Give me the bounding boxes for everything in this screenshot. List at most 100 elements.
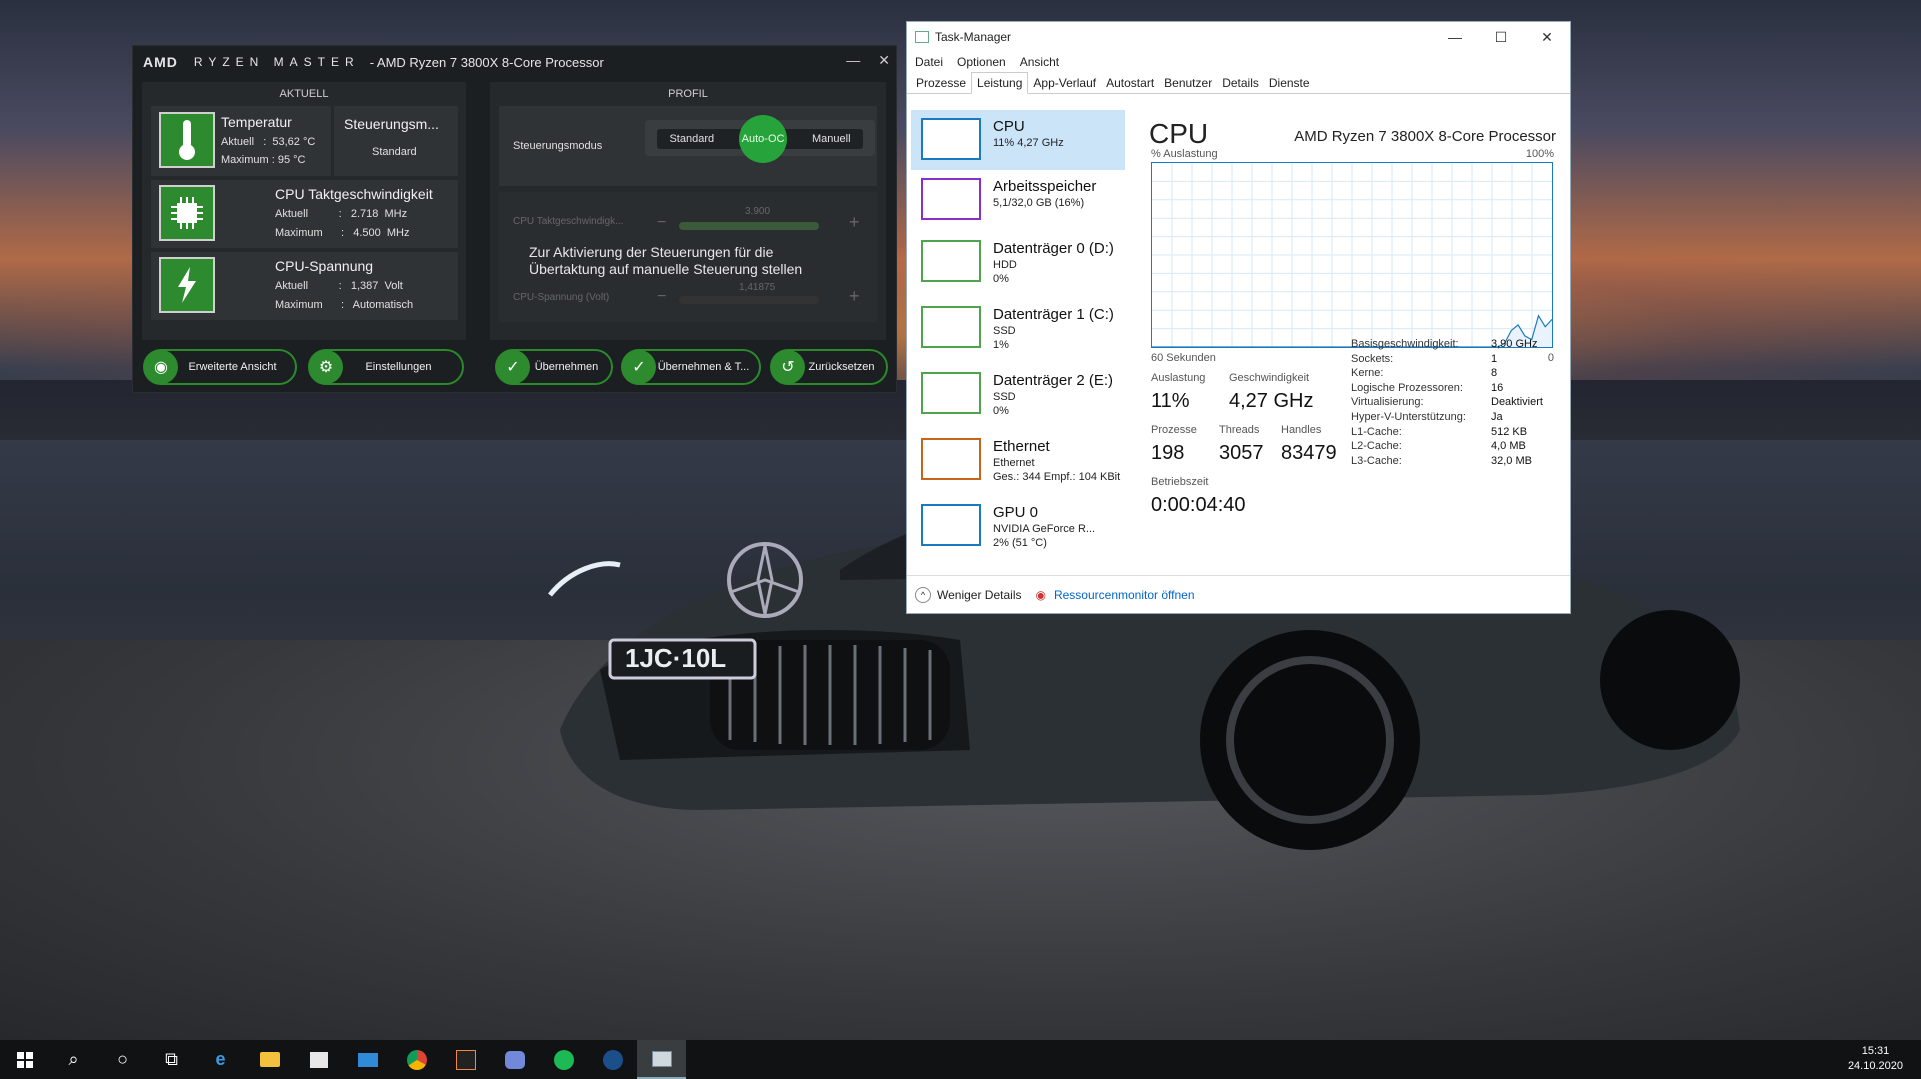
sidebar-item-gpu[interactable]: GPU 0 NVIDIA GeForce R... 2% (51 °C)	[911, 496, 1125, 562]
control-mode-card: Steuerungsm... Standard	[334, 106, 458, 176]
search-icon[interactable]: ⌕	[49, 1040, 98, 1079]
sidebar-item-memory[interactable]: Arbeitsspeicher 5,1/32,0 GB (16%)	[911, 170, 1125, 232]
close-icon[interactable]: ✕	[878, 52, 890, 69]
reset-button[interactable]: ↺ Zurücksetzen	[770, 349, 888, 385]
disk-1-thumbnail	[921, 306, 981, 348]
tab-services[interactable]: Dienste	[1264, 73, 1315, 93]
current-panel: AKTUELL Temperatur Aktuell : 53,62 °C Ma…	[142, 82, 466, 340]
speed-value: 4,27 GHz	[1229, 390, 1314, 412]
sidebar-item-ethernet[interactable]: Ethernet Ethernet Ges.: 344 Empf.: 104 K…	[911, 430, 1125, 496]
reset-icon: ↺	[771, 350, 805, 384]
cpu-thumbnail	[921, 118, 981, 160]
menu-file[interactable]: Datei	[915, 55, 943, 69]
apply-button[interactable]: ✓ Übernehmen	[495, 349, 613, 385]
temperature-max-label: Maximum	[221, 154, 269, 166]
disk-0-thumbnail	[921, 240, 981, 282]
menu-view[interactable]: Ansicht	[1020, 55, 1059, 69]
chevron-up-icon[interactable]: ^	[915, 586, 931, 603]
threads-value: 3057	[1219, 442, 1264, 464]
spec-value: Ja	[1491, 411, 1503, 423]
sidebar-item-disk-2[interactable]: Datenträger 2 (E:) SSD 0%	[911, 364, 1125, 430]
tab-details[interactable]: Details	[1217, 73, 1264, 93]
ryzen-master-icon[interactable]	[441, 1040, 490, 1079]
gpu-thumbnail	[921, 504, 981, 546]
clock-slider-plus: +	[849, 212, 860, 232]
windows-start-icon[interactable]	[0, 1040, 49, 1079]
discord-icon[interactable]	[490, 1040, 539, 1079]
menu-options[interactable]: Optionen	[957, 55, 1006, 69]
license-plate: 1JC·10L	[625, 643, 726, 673]
sidebar-item-detail: 5,1/32,0 GB (16%)	[993, 197, 1085, 209]
advanced-view-label: Erweiterte Ansicht	[188, 361, 277, 373]
minimize-icon[interactable]: —	[846, 52, 860, 69]
minimize-icon[interactable]: —	[1432, 22, 1478, 52]
system-clock[interactable]: 15:31 24.10.2020	[1848, 1044, 1903, 1074]
spec-value: 512 KB	[1491, 425, 1528, 438]
advanced-view-button[interactable]: ◉ Erweiterte Ansicht	[143, 349, 297, 385]
ryzen-master-window: AMD RYZEN MASTER - AMD Ryzen 7 3800X 8-C…	[132, 45, 897, 393]
spec-value: 32,0 MB	[1491, 454, 1532, 467]
tab-processes[interactable]: Prozesse	[911, 73, 971, 93]
task-manager-app-icon	[915, 31, 929, 43]
apply-test-label: Übernehmen & T...	[657, 361, 750, 373]
tab-users[interactable]: Benutzer	[1159, 73, 1217, 93]
apply-test-button[interactable]: ✓ Übernehmen & T...	[621, 349, 761, 385]
spec-key: Logische Prozessoren:	[1351, 381, 1463, 394]
spec-value: Deaktiviert	[1491, 396, 1543, 409]
close-icon[interactable]: ✕	[1524, 22, 1570, 52]
cpu-chip-icon	[159, 185, 215, 241]
sidebar-item-disk-1[interactable]: Datenträger 1 (C:) SSD 1%	[911, 298, 1125, 364]
performance-sidebar: CPU 11% 4,27 GHz Arbeitsspeicher 5,1/32,…	[911, 110, 1125, 562]
sidebar-item-cpu[interactable]: CPU 11% 4,27 GHz	[911, 110, 1125, 170]
menu-bar: Datei Optionen Ansicht	[907, 52, 1570, 72]
task-view-icon[interactable]: ⧉	[147, 1040, 196, 1079]
sidebar-item-label: CPU	[993, 118, 1025, 135]
tuning-controls-card: CPU Taktgeschwindigk... 3.900 − + Zur Ak…	[499, 192, 877, 322]
clock-slider-label: CPU Taktgeschwindigk...	[513, 216, 624, 227]
maximize-icon[interactable]: ☐	[1478, 22, 1524, 52]
temperature-current-value: 53,62 °C	[272, 136, 316, 148]
voltage-max-label: Maximum	[275, 299, 323, 311]
voltage-current-label: Aktuell	[275, 280, 309, 292]
usage-value: 11%	[1151, 390, 1190, 412]
clock-max-label: Maximum	[275, 227, 323, 239]
clock-current-label: Aktuell	[275, 208, 309, 220]
edge-icon[interactable]: e	[196, 1040, 245, 1079]
cortana-icon[interactable]: ○	[98, 1040, 147, 1079]
fewer-details-button[interactable]: Weniger Details	[937, 588, 1021, 602]
voltage-slider	[679, 296, 819, 304]
mail-icon[interactable]	[343, 1040, 392, 1079]
apply-label: Übernehmen	[534, 361, 599, 373]
disk-2-thumbnail	[921, 372, 981, 414]
mode-manual[interactable]: Manuell	[812, 133, 851, 145]
voltage-slider-label: CPU-Spannung (Volt)	[513, 292, 610, 303]
spec-key: L1-Cache:	[1351, 425, 1402, 438]
file-explorer-icon[interactable]	[245, 1040, 294, 1079]
task-manager-icon[interactable]	[637, 1040, 686, 1079]
chrome-icon[interactable]	[392, 1040, 441, 1079]
check-icon: ✓	[622, 350, 656, 384]
tab-bar: Prozesse Leistung App-Verlauf Autostart …	[907, 72, 1570, 94]
uptime-label: Betriebszeit	[1151, 476, 1209, 488]
tab-performance[interactable]: Leistung	[971, 72, 1029, 94]
resource-monitor-icon: ◉	[1035, 587, 1046, 602]
control-mode-selector-card: Steuerungsmodus Standard Auto-OC Manuell	[499, 106, 877, 186]
spec-value: 4,0 MB	[1491, 440, 1526, 453]
mode-auto-oc[interactable]: Auto-OC	[739, 115, 788, 163]
control-mode-value: Standard	[372, 146, 417, 158]
tab-app-history[interactable]: App-Verlauf	[1028, 73, 1101, 93]
store-icon[interactable]	[294, 1040, 343, 1079]
mode-standard[interactable]: Standard	[669, 133, 714, 145]
open-resource-monitor-link[interactable]: Ressourcenmonitor öffnen	[1054, 588, 1195, 602]
sidebar-item-disk-0[interactable]: Datenträger 0 (D:) HDD 0%	[911, 232, 1125, 298]
ryzen-master-titlebar[interactable]: AMD RYZEN MASTER - AMD Ryzen 7 3800X 8-C…	[133, 46, 896, 78]
clock-slider	[679, 222, 819, 230]
steam-icon[interactable]	[588, 1040, 637, 1079]
tab-startup[interactable]: Autostart	[1101, 73, 1159, 93]
settings-label: Einstellungen	[365, 361, 432, 373]
spotify-icon[interactable]	[539, 1040, 588, 1079]
voltage-slider-minus: −	[657, 288, 667, 305]
clock-slider-value: 3.900	[745, 206, 771, 217]
sidebar-item-detail: 0%	[993, 405, 1009, 417]
settings-button[interactable]: ⚙ Einstellungen	[308, 349, 464, 385]
